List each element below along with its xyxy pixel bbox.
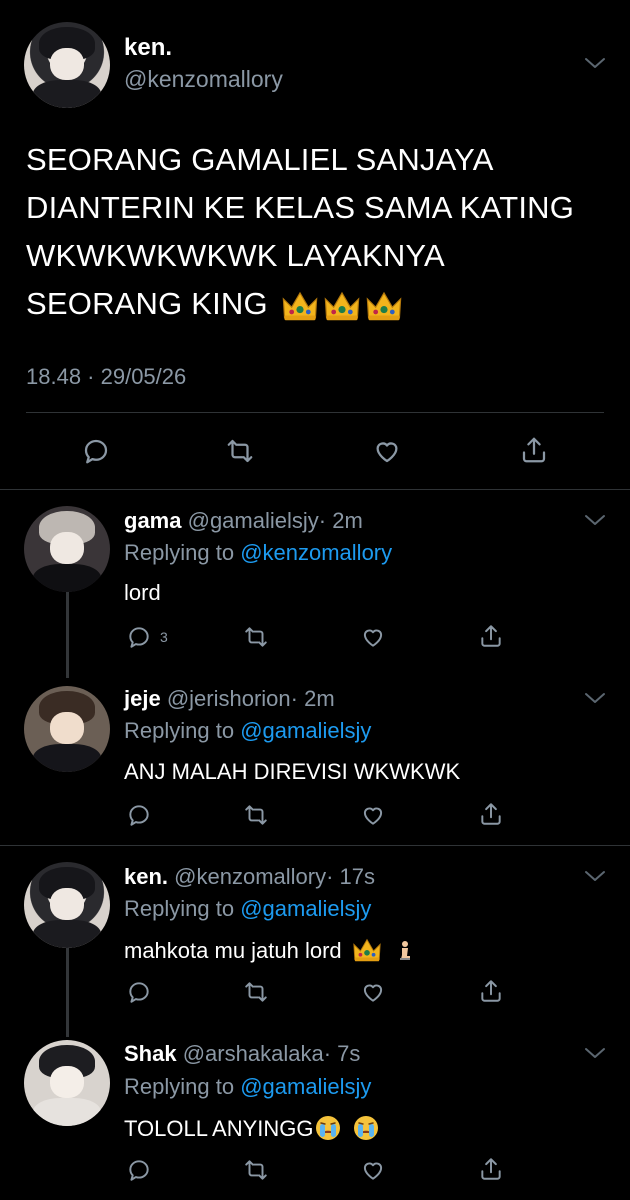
reply-icon[interactable] xyxy=(126,802,152,828)
author-handle[interactable]: @arshakalaka xyxy=(183,1041,324,1066)
share-icon[interactable] xyxy=(478,978,504,1004)
reply-text: lord xyxy=(124,580,161,605)
share-icon[interactable] xyxy=(478,801,504,827)
crying-face-icon xyxy=(314,1114,342,1142)
replying-to: Replying to @gamalielsjy xyxy=(124,896,371,922)
avatar[interactable] xyxy=(24,862,110,948)
share-icon[interactable] xyxy=(478,623,504,649)
reply-text-body: TOLOLL ANYINGG xyxy=(124,1116,314,1141)
chevron-down-icon[interactable] xyxy=(584,56,606,70)
tweet-age: · 7s xyxy=(323,1041,361,1066)
author-name[interactable]: jeje xyxy=(124,686,161,711)
replying-to-link[interactable]: @gamalielsjy xyxy=(240,718,371,743)
reply-text: ANJ MALAH DIREVISI WKWKWK xyxy=(124,759,461,784)
tweet-text: SEORANG GAMALIEL SANJAYA DIANTERIN KE KE… xyxy=(26,136,606,328)
reply-icon[interactable] xyxy=(126,1157,152,1183)
author-handle[interactable]: @kenzomallory xyxy=(174,864,326,889)
like-icon[interactable] xyxy=(360,1157,386,1183)
reply-icon[interactable] xyxy=(126,624,152,650)
share-icon[interactable] xyxy=(519,435,549,465)
like-icon[interactable] xyxy=(360,802,386,828)
author-handle[interactable]: @gamalielsjy xyxy=(188,508,319,533)
replying-label: Replying to xyxy=(124,896,241,921)
reply-icon[interactable] xyxy=(81,436,111,466)
reply-text-body: mahkota mu jatuh lord xyxy=(124,938,342,963)
like-icon[interactable] xyxy=(372,436,402,466)
reply-text: TOLOLL ANYINGG xyxy=(124,1114,380,1142)
crown-icon xyxy=(323,289,361,323)
crown-icon xyxy=(365,289,403,323)
replying-to: Replying to @gamalielsjy xyxy=(124,718,371,744)
replying-to: Replying to @gamalielsjy xyxy=(124,1074,371,1100)
crown-icon xyxy=(352,936,382,964)
retweet-icon[interactable] xyxy=(243,979,269,1005)
author-name[interactable]: ken. xyxy=(124,864,168,889)
retweet-icon[interactable] xyxy=(243,802,269,828)
author-name[interactable]: Shak xyxy=(124,1041,177,1066)
like-icon[interactable] xyxy=(360,624,386,650)
divider xyxy=(26,412,604,413)
tweet-age: · 2m xyxy=(318,508,363,533)
divider xyxy=(0,489,630,490)
kneeling-person-icon xyxy=(396,940,412,962)
replying-to-link[interactable]: @gamalielsjy xyxy=(240,896,371,921)
tweet-age: · 17s xyxy=(326,864,376,889)
tweet-age: · 2m xyxy=(290,686,335,711)
reply-count: 3 xyxy=(160,629,168,645)
reply-text: mahkota mu jatuh lord xyxy=(124,936,412,964)
thread-line xyxy=(66,947,69,1037)
retweet-icon[interactable] xyxy=(243,624,269,650)
retweet-icon[interactable] xyxy=(243,1157,269,1183)
avatar[interactable] xyxy=(24,22,110,108)
avatar[interactable] xyxy=(24,506,110,592)
chevron-down-icon[interactable] xyxy=(584,691,606,705)
crying-face-icon xyxy=(352,1114,380,1142)
avatar[interactable] xyxy=(24,686,110,772)
replying-label: Replying to xyxy=(124,540,241,565)
reply-icon[interactable] xyxy=(126,979,152,1005)
chevron-down-icon[interactable] xyxy=(584,513,606,527)
retweet-icon[interactable] xyxy=(225,436,255,466)
reply-header: Shak @arshakalaka· 7s xyxy=(124,1041,360,1067)
replying-to-link[interactable]: @gamalielsjy xyxy=(240,1074,371,1099)
tweet-timestamp[interactable]: 18.48 · 29/05/26 xyxy=(26,364,186,390)
share-icon[interactable] xyxy=(478,1156,504,1182)
author-handle[interactable]: @jerishorion xyxy=(167,686,291,711)
chevron-down-icon[interactable] xyxy=(584,1046,606,1060)
divider xyxy=(0,845,630,846)
reply-header: ken. @kenzomallory· 17s xyxy=(124,864,375,890)
replying-to-link[interactable]: @kenzomallory xyxy=(240,540,392,565)
reply-header: jeje @jerishorion· 2m xyxy=(124,686,335,712)
replying-label: Replying to xyxy=(124,1074,241,1099)
like-icon[interactable] xyxy=(360,979,386,1005)
avatar[interactable] xyxy=(24,1040,110,1126)
reply-header: gama @gamalielsjy· 2m xyxy=(124,508,363,534)
replying-to: Replying to @kenzomallory xyxy=(124,540,392,566)
chevron-down-icon[interactable] xyxy=(584,869,606,883)
thread-line xyxy=(66,592,69,678)
author-name[interactable]: ken. xyxy=(124,34,172,62)
crown-icon xyxy=(281,289,319,323)
author-handle[interactable]: @kenzomallory xyxy=(124,66,283,93)
author-name[interactable]: gama xyxy=(124,508,181,533)
replying-label: Replying to xyxy=(124,718,241,743)
